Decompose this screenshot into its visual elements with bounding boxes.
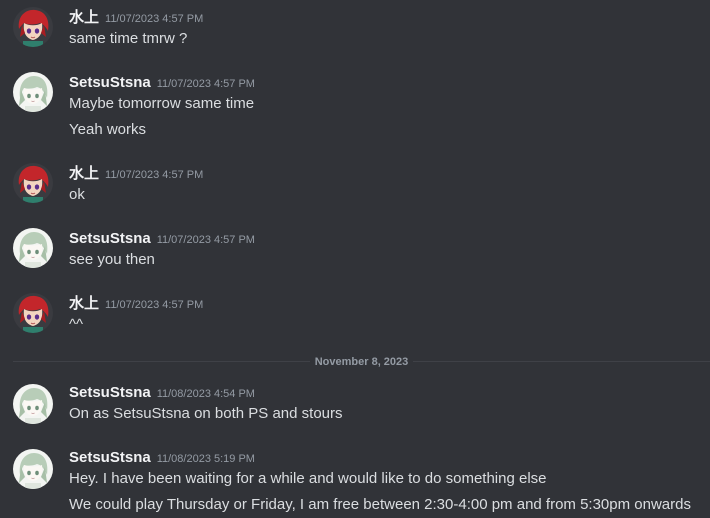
message-header: 水上 11/07/2023 4:57 PM <box>69 7 203 29</box>
avatar[interactable] <box>13 7 53 47</box>
author-name[interactable]: SetsuStsna <box>69 230 151 247</box>
message-header: SetsuStsna 11/07/2023 4:57 PM <box>69 72 255 94</box>
message-text: ok <box>69 186 85 203</box>
message-text: see you then <box>69 251 155 268</box>
avatar[interactable] <box>13 163 53 203</box>
message-header: SetsuStsna 11/08/2023 5:19 PM <box>69 447 255 469</box>
author-name[interactable]: SetsuStsna <box>69 74 151 91</box>
message-timestamp: 11/07/2023 4:57 PM <box>105 299 204 311</box>
author-name[interactable]: 水上 <box>69 295 99 312</box>
message-group: 水上 11/07/2023 4:57 PM same time tmrw ? <box>0 7 710 51</box>
message-text: ^^ <box>69 316 84 333</box>
message-group: SetsuStsna 11/07/2023 4:57 PM Maybe tomor… <box>0 72 710 142</box>
message-text: Yeah works <box>69 121 146 138</box>
message-header: SetsuStsna 11/08/2023 4:54 PM <box>69 382 255 404</box>
author-name[interactable]: 水上 <box>69 9 99 26</box>
message-timestamp: 11/08/2023 4:54 PM <box>156 388 255 400</box>
message-text: Hey. I have been waiting for a while and… <box>69 470 547 487</box>
message-timestamp: 11/07/2023 4:57 PM <box>156 78 255 90</box>
message-text: On as SetsuStsna on both PS and stours <box>69 405 343 422</box>
message-group: SetsuStsna 11/08/2023 5:19 PM Hey. I have… <box>0 447 710 518</box>
avatar[interactable] <box>13 228 53 268</box>
message-group: 水上 11/07/2023 4:57 PM ^^ <box>0 293 710 337</box>
message-group: 水上 11/07/2023 4:57 PM ok <box>0 163 710 207</box>
message-group: SetsuStsna 11/08/2023 4:54 PM On as Setsu… <box>0 382 710 426</box>
avatar-image <box>13 449 53 489</box>
message-text: We could play Thursday or Friday, I am f… <box>69 496 691 513</box>
message-text: Maybe tomorrow same time <box>69 95 255 112</box>
author-name[interactable]: SetsuStsna <box>69 449 151 466</box>
avatar[interactable] <box>13 449 53 489</box>
author-name[interactable]: SetsuStsna <box>69 384 151 401</box>
message-timestamp: 11/07/2023 4:57 PM <box>105 13 204 25</box>
date-divider: November 8, 2023 <box>0 353 710 369</box>
avatar-image <box>13 72 53 112</box>
date-divider-label: November 8, 2023 <box>309 356 414 368</box>
message-timestamp: 11/07/2023 4:57 PM <box>156 234 255 246</box>
avatar[interactable] <box>13 293 53 333</box>
avatar-image <box>13 293 53 333</box>
message-text: same time tmrw ? <box>69 30 188 47</box>
chat-messages: 水上 11/07/2023 4:57 PM same time tmrw ? Se… <box>0 0 710 518</box>
message-group: SetsuStsna 11/07/2023 4:57 PM see you the… <box>0 228 710 272</box>
avatar-image <box>13 228 53 268</box>
avatar-image <box>13 163 53 203</box>
author-name[interactable]: 水上 <box>69 165 99 182</box>
message-header: 水上 11/07/2023 4:57 PM <box>69 163 203 185</box>
message-header: 水上 11/07/2023 4:57 PM <box>69 293 203 315</box>
message-timestamp: 11/08/2023 5:19 PM <box>156 453 255 465</box>
message-header: SetsuStsna 11/07/2023 4:57 PM <box>69 228 255 250</box>
message-timestamp: 11/07/2023 4:57 PM <box>105 169 204 181</box>
avatar-image <box>13 7 53 47</box>
avatar[interactable] <box>13 72 53 112</box>
avatar[interactable] <box>13 384 53 424</box>
avatar-image <box>13 384 53 424</box>
